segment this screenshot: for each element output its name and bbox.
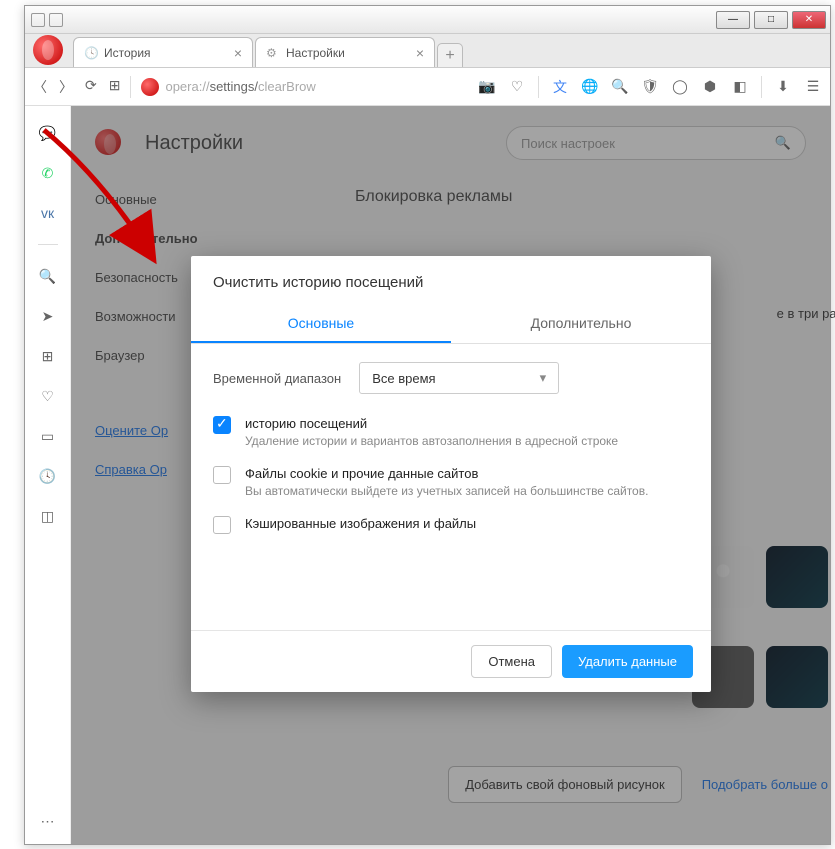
camera-icon[interactable]: 📷 [478, 78, 496, 96]
dialog-title: Очистить историю посещений [191, 256, 711, 305]
option-desc: Удаление истории и вариантов автозаполне… [245, 434, 618, 448]
heart-icon[interactable]: ♡ [508, 78, 526, 96]
clear-history-dialog: Очистить историю посещений Основные Допо… [191, 256, 711, 692]
whatsapp-icon[interactable]: ✆ [39, 164, 57, 182]
checkbox[interactable] [213, 466, 231, 484]
more-icon[interactable]: ⋯ [39, 812, 57, 830]
tab-basic[interactable]: Основные [191, 305, 451, 343]
cube-icon[interactable]: ◧ [731, 78, 749, 96]
tab-label: История [104, 46, 151, 60]
extension-icon[interactable]: 🌐 [581, 78, 599, 96]
time-range-select[interactable]: Все время ▾ [359, 362, 559, 394]
reload-button[interactable]: ⟳ [85, 77, 97, 97]
clear-data-button[interactable]: Удалить данные [562, 645, 693, 678]
favorites-icon[interactable]: ♡ [39, 387, 57, 405]
translate-icon[interactable]: 文 [551, 78, 569, 96]
window-maximize-button[interactable] [754, 11, 788, 29]
tab-strip: 🕓 История × ⚙ Настройки × + [25, 34, 830, 68]
opera-icon [141, 78, 159, 96]
speed-dial-button[interactable]: ⊞ [109, 77, 121, 97]
dialog-tabs: Основные Дополнительно [191, 305, 711, 344]
nav-back-button[interactable]: 〈 [33, 77, 47, 97]
page-content: Настройки Поиск настроек 🔍 Блокировка ре… [71, 106, 830, 844]
checkbox[interactable] [213, 416, 231, 434]
tab-history[interactable]: 🕓 История × [73, 37, 253, 67]
nav-forward-button[interactable]: 〉 [59, 77, 73, 97]
apps-icon[interactable]: ⊞ [39, 347, 57, 365]
tab-close-icon[interactable]: × [416, 45, 424, 61]
opera-menu-button[interactable] [33, 35, 63, 65]
option-cache[interactable]: Кэшированные изображения и файлы [213, 516, 689, 534]
browser-window: 🕓 История × ⚙ Настройки × + 〈 〉 ⟳ ⊞ oper… [24, 5, 831, 845]
tab-advanced[interactable]: Дополнительно [451, 305, 711, 343]
history-icon[interactable]: 🕓 [39, 467, 57, 485]
send-icon[interactable]: ➤ [39, 307, 57, 325]
messenger-icon[interactable]: 💬 [39, 124, 57, 142]
gear-icon: ⚙ [266, 46, 280, 60]
shield-icon[interactable]: 🛡 [641, 78, 659, 96]
tab-settings[interactable]: ⚙ Настройки × [255, 37, 435, 67]
search-icon[interactable]: 🔍 [39, 267, 57, 285]
toolbar: 〈 〉 ⟳ ⊞ opera://settings/clearBrow 📷 ♡ 文… [25, 68, 830, 106]
range-label: Временной диапазон [213, 371, 341, 386]
chevron-down-icon: ▾ [540, 370, 547, 386]
tab-label: Настройки [286, 46, 345, 60]
download-icon[interactable]: ⬇ [774, 78, 792, 96]
easy-setup-icon[interactable]: ☰ [804, 78, 822, 96]
downloads-icon[interactable]: ◫ [39, 507, 57, 525]
window-minimize-button[interactable] [716, 11, 750, 29]
option-title: Файлы cookie и прочие данные сайтов [245, 466, 648, 481]
vk-icon[interactable]: vк [39, 204, 57, 222]
option-title: историю посещений [245, 416, 618, 431]
extension-icon-2[interactable]: 🔍 [611, 78, 629, 96]
address-text: opera://settings/clearBrow [165, 79, 315, 94]
new-tab-button[interactable]: + [437, 43, 463, 67]
clock-icon: 🕓 [84, 46, 98, 60]
browser-sidebar: 💬 ✆ vк 🔍 ➤ ⊞ ♡ ▭ 🕓 ◫ ⋯ [25, 106, 71, 844]
opera-ext-icon[interactable]: ◯ [671, 78, 689, 96]
news-icon[interactable]: ▭ [39, 427, 57, 445]
main-area: 💬 ✆ vк 🔍 ➤ ⊞ ♡ ▭ 🕓 ◫ ⋯ Настройки Поиск н… [25, 106, 830, 844]
window-close-button[interactable] [792, 11, 826, 29]
option-title: Кэшированные изображения и файлы [245, 516, 476, 531]
cancel-button[interactable]: Отмена [471, 645, 552, 678]
address-bar[interactable]: opera://settings/clearBrow [141, 78, 315, 96]
vpn-icon[interactable]: ⬢ [701, 78, 719, 96]
checkbox[interactable] [213, 516, 231, 534]
option-cookies[interactable]: Файлы cookie и прочие данные сайтов Вы а… [213, 466, 689, 498]
window-titlebar [25, 6, 830, 34]
option-desc: Вы автоматически выйдете из учетных запи… [245, 484, 648, 498]
tab-close-icon[interactable]: × [234, 45, 242, 61]
option-browsing-history[interactable]: историю посещений Удаление истории и вар… [213, 416, 689, 448]
